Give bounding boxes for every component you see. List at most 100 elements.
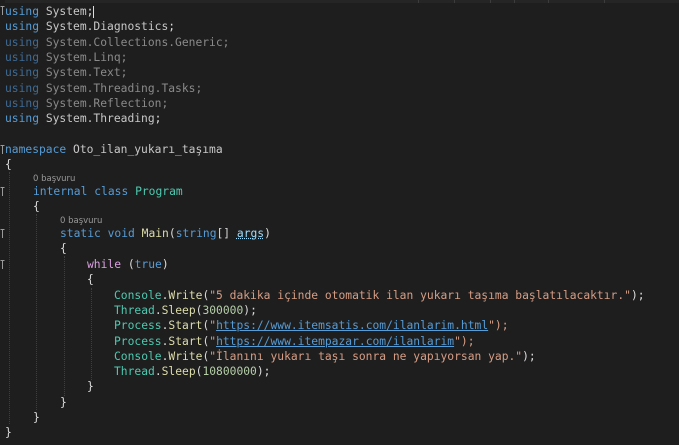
indent-guide xyxy=(36,214,37,410)
code-line-namespace[interactable]: namespace Oto_ilan_yukarı_taşıma xyxy=(5,142,223,157)
close-brace: } xyxy=(87,380,94,393)
code-line-brace[interactable]: } xyxy=(87,379,94,394)
type-name: Console xyxy=(114,289,162,302)
parameter-name: args xyxy=(236,227,265,240)
type-name: Process xyxy=(114,335,162,348)
close-brace: } xyxy=(5,426,12,439)
array-brackets: [] xyxy=(216,227,237,240)
keyword-namespace: namespace xyxy=(5,143,67,156)
code-line-using[interactable]: using System.Threading.Tasks; xyxy=(5,81,202,96)
code-line-brace[interactable]: } xyxy=(33,410,40,425)
indent-guide xyxy=(64,256,65,396)
close-brace: } xyxy=(60,396,67,409)
code-line-statement[interactable]: Process.Start("https://www.itempazar.com… xyxy=(114,334,475,349)
namespace-ref: System.Text xyxy=(45,66,121,79)
type-name: Process xyxy=(114,319,162,332)
namespace-name: Oto_ilan_yukarı_taşıma xyxy=(73,143,223,156)
text-cursor xyxy=(93,6,95,18)
namespace-ref: System.Linq xyxy=(45,51,121,64)
keyword-using: using xyxy=(5,51,40,64)
keyword-using: using xyxy=(5,97,40,110)
namespace-ref: System.Collections.Generic xyxy=(45,36,223,49)
method-call: Write xyxy=(168,350,203,363)
open-brace: { xyxy=(87,273,94,286)
paren: ) xyxy=(161,258,169,271)
fold-collapse-icon[interactable] xyxy=(0,187,5,196)
statement-end: "); xyxy=(488,319,509,332)
code-line-method[interactable]: static void Main(string[] args) xyxy=(60,226,271,241)
url-link[interactable]: https://www.itemsatis.com/ilanlarim.html xyxy=(216,319,488,332)
dot: . xyxy=(154,304,162,317)
semicolon: ; xyxy=(86,5,94,18)
keyword-class: class xyxy=(94,185,129,198)
number-literal: 10800000 xyxy=(202,365,257,378)
string-literal: "5 dakika içinde otomatik ilan yukarı ta… xyxy=(209,289,631,302)
code-line-statement[interactable]: Console.Write("5 dakika içinde otomatik … xyxy=(114,288,645,303)
method-call: Sleep xyxy=(161,365,196,378)
code-line-brace[interactable]: { xyxy=(5,157,12,172)
method-name: Main xyxy=(141,227,169,240)
code-line-using[interactable]: using System; xyxy=(5,4,95,19)
keyword-while: while xyxy=(87,258,122,271)
top-bar-marker xyxy=(454,0,455,3)
number-literal: 300000 xyxy=(202,304,244,317)
semicolon: ; xyxy=(222,36,230,49)
top-bar-marker xyxy=(418,0,419,3)
keyword-using: using xyxy=(5,5,40,18)
code-line-statement[interactable]: Thread.Sleep(300000); xyxy=(114,303,257,318)
namespace-ref: System.Diagnostics xyxy=(45,20,169,33)
reference-count-codelens[interactable]: 0 başvuru xyxy=(33,174,75,184)
indent-guide xyxy=(9,172,10,424)
code-line-brace[interactable]: } xyxy=(5,425,12,440)
string-literal: "İlanını yukarı taşı sonra ne yapıyorsan… xyxy=(209,350,523,363)
namespace-ref: System.Threading xyxy=(45,112,155,125)
fold-collapse-icon[interactable] xyxy=(0,260,5,269)
statement-end: "); xyxy=(454,335,475,348)
statement-end: ); xyxy=(630,289,645,302)
code-line-statement[interactable]: Process.Start("https://www.itemsatis.com… xyxy=(114,318,509,333)
code-line-using[interactable]: using System.Collections.Generic; xyxy=(5,35,229,50)
code-line-brace[interactable]: } xyxy=(60,395,67,410)
semicolon: ; xyxy=(120,51,128,64)
code-line-brace[interactable]: { xyxy=(87,272,94,287)
method-call: Start xyxy=(168,319,203,332)
code-line-while[interactable]: while (true) xyxy=(87,257,169,272)
indent-guide xyxy=(91,288,92,380)
statement-end: ); xyxy=(522,350,536,363)
code-line-using[interactable]: using System.Linq; xyxy=(5,50,127,65)
method-call: Write xyxy=(168,289,203,302)
top-bar-marker xyxy=(604,0,605,3)
code-line-statement[interactable]: Thread.Sleep(10800000); xyxy=(114,364,270,379)
code-line-using[interactable]: using System.Text; xyxy=(5,65,127,80)
type-name: Thread xyxy=(114,365,155,378)
reference-count-codelens[interactable]: 0 başvuru xyxy=(60,216,102,226)
namespace-ref: System.Reflection xyxy=(45,97,162,110)
code-line-brace[interactable]: { xyxy=(33,199,40,214)
type-name: Console xyxy=(114,350,162,363)
top-bar-marker xyxy=(514,0,515,3)
open-brace: { xyxy=(33,200,40,213)
url-link[interactable]: https://www.itempazar.com/ilanlarim xyxy=(216,335,454,348)
keyword-using: using xyxy=(5,66,40,79)
method-call: Sleep xyxy=(161,304,196,317)
semicolon: ; xyxy=(154,112,162,125)
code-line-class[interactable]: internal class Program xyxy=(33,184,183,199)
keyword-string: string xyxy=(175,227,217,240)
open-brace: { xyxy=(5,158,12,171)
dot: . xyxy=(154,365,162,378)
paren: ( xyxy=(168,227,176,240)
keyword-void: void xyxy=(107,227,135,240)
keyword-internal: internal xyxy=(33,185,88,198)
paren: ( xyxy=(121,258,135,271)
fold-collapse-icon[interactable] xyxy=(0,229,5,238)
statement-end: ); xyxy=(256,365,271,378)
statement-end: ); xyxy=(243,304,257,317)
semicolon: ; xyxy=(120,66,128,79)
code-line-using[interactable]: using System.Threading; xyxy=(5,111,161,126)
method-call: Start xyxy=(168,335,203,348)
code-line-using[interactable]: using System.Reflection; xyxy=(5,96,168,111)
code-line-using[interactable]: using System.Diagnostics; xyxy=(5,19,175,34)
code-line-statement[interactable]: Console.Write("İlanını yukarı taşı sonra… xyxy=(114,349,536,364)
code-line-brace[interactable]: { xyxy=(60,241,67,256)
keyword-using: using xyxy=(5,82,40,95)
